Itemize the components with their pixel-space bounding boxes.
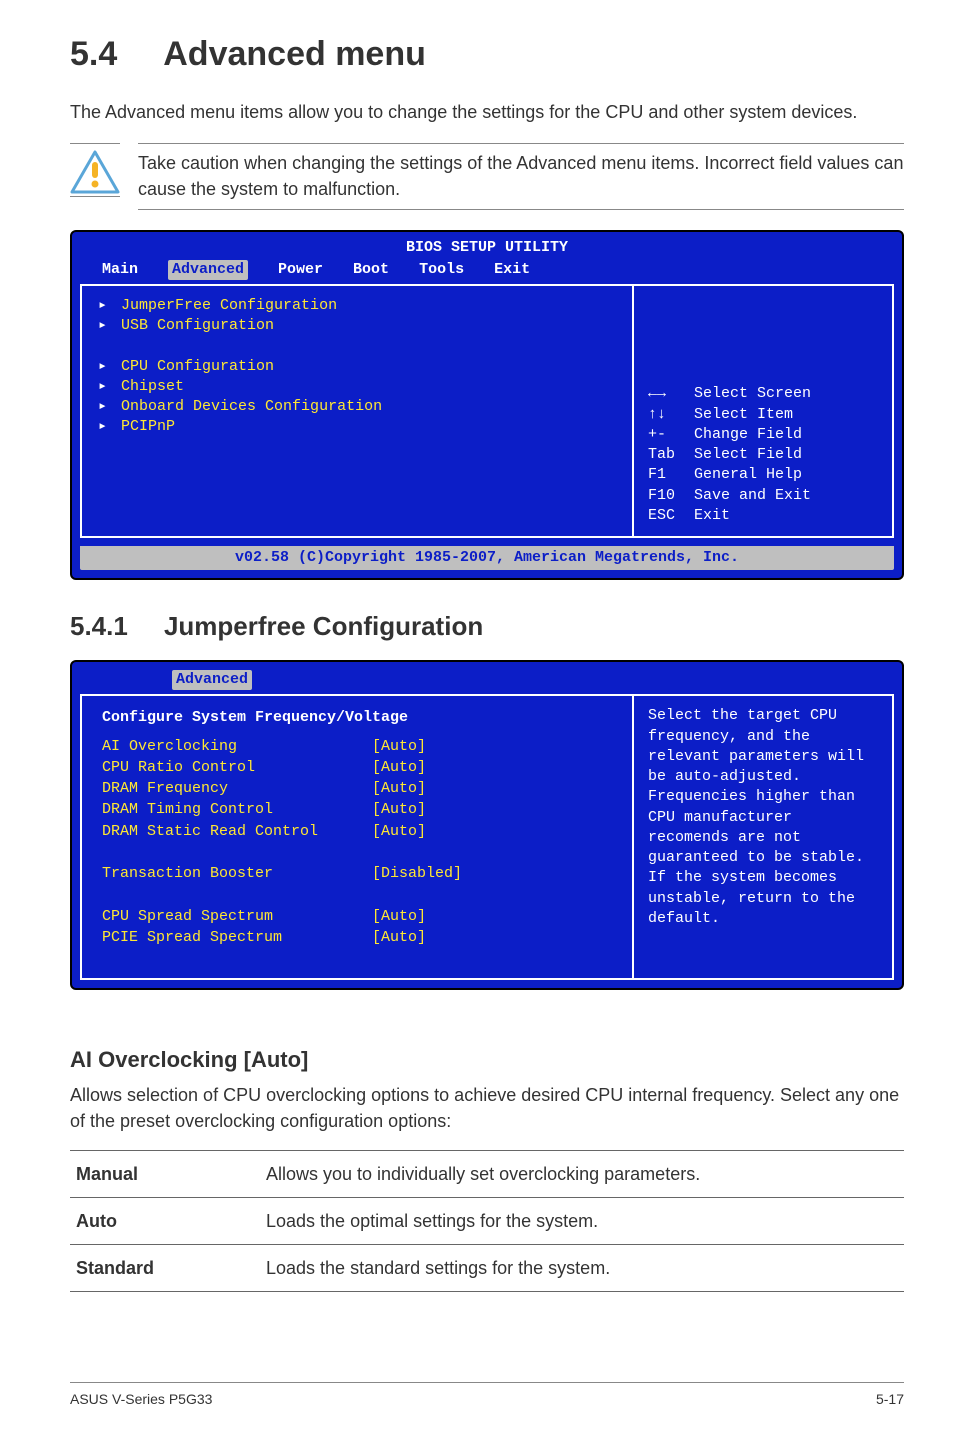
help-row: TabSelect Field [648,445,878,465]
bios2-left-pane: Configure System Frequency/Voltage AI Ov… [82,696,632,978]
help-row: ←→Select Screen [648,384,878,404]
caution-icon [70,143,120,197]
bios-main-window: BIOS SETUP UTILITY Main Advanced Power B… [70,230,904,581]
section-name: Advanced menu [163,35,426,73]
tab-boot[interactable]: Boot [353,260,389,280]
tab-exit[interactable]: Exit [494,260,530,280]
tab-advanced[interactable]: Advanced [168,260,248,280]
bios-title: BIOS SETUP UTILITY [72,238,902,258]
caution-text: Take caution when changing the settings … [138,143,904,209]
table-row: AutoLoads the optimal settings for the s… [70,1198,904,1245]
config-value[interactable]: [Auto] [372,800,616,820]
config-value[interactable]: [Auto] [372,758,616,778]
triangle-icon: ▸ [98,296,107,316]
config-label [102,843,372,863]
subsection-name: Jumperfree Configuration [164,611,483,641]
option-name: Manual [70,1151,260,1198]
config-label[interactable]: PCIE Spread Spectrum [102,928,372,948]
help-row: F10Save and Exit [648,486,878,506]
tab-tools[interactable]: Tools [419,260,464,280]
subsection-number: 5.4.1 [70,611,128,641]
tab-main[interactable]: Main [102,260,138,280]
page-footer: ASUS V-Series P5G33 5-17 [70,1382,904,1409]
config-value[interactable]: [Auto] [372,779,616,799]
table-row: ManualAllows you to individually set ove… [70,1151,904,1198]
section-number: 5.4 [70,35,117,73]
bios-left-pane: ▸JumperFree Configuration ▸USB Configura… [82,286,632,536]
config-label[interactable]: CPU Spread Spectrum [102,907,372,927]
subsection-title: 5.4.1 Jumperfree Configuration [70,608,904,646]
option-desc: Allows you to individually set overclock… [260,1151,904,1198]
bios2-menu-row: Advanced [72,668,902,694]
config-value[interactable]: [Auto] [372,737,616,757]
tab-advanced-2[interactable]: Advanced [172,670,252,690]
menu-item-onboard[interactable]: ▸Onboard Devices Configuration [98,397,616,417]
option-name: Auto [70,1198,260,1245]
table-row: StandardLoads the standard settings for … [70,1245,904,1292]
menu-item-usb[interactable]: ▸USB Configuration [98,316,616,336]
menu-item-jumperfree[interactable]: ▸JumperFree Configuration [98,296,616,316]
section-title: 5.4 Advanced menu [70,30,904,79]
config-label[interactable]: Transaction Booster [102,864,372,884]
option-desc: Loads the standard settings for the syst… [260,1245,904,1292]
help-description: Select the target CPU frequency, and the… [648,706,878,929]
bios-footer: v02.58 (C)Copyright 1985-2007, American … [80,546,894,570]
config-label[interactable]: DRAM Frequency [102,779,372,799]
tab-power[interactable]: Power [278,260,323,280]
config-label[interactable]: DRAM Static Read Control [102,822,372,842]
bios-help-pane: ←→Select Screen ↑↓Select Item +-Change F… [632,286,892,536]
help-row: ESCExit [648,506,878,526]
config-heading: Configure System Frequency/Voltage [102,708,616,728]
option-desc: Loads the optimal settings for the syste… [260,1198,904,1245]
triangle-icon: ▸ [98,316,107,336]
options-table: ManualAllows you to individually set ove… [70,1150,904,1292]
help-row: F1General Help [648,465,878,485]
config-label [102,885,372,905]
config-value[interactable]: [Auto] [372,928,616,948]
bios-detail-window: Advanced Configure System Frequency/Volt… [70,660,904,990]
config-value [372,885,616,905]
help-row: +-Change Field [648,425,878,445]
triangle-icon: ▸ [98,397,107,417]
menu-item-pcipnp[interactable]: ▸PCIPnP [98,417,616,437]
caution-block: Take caution when changing the settings … [70,143,904,209]
section-intro: The Advanced menu items allow you to cha… [70,99,904,125]
config-label[interactable]: CPU Ratio Control [102,758,372,778]
ai-overclocking-text: Allows selection of CPU overclocking opt… [70,1082,904,1134]
footer-left: ASUS V-Series P5G33 [70,1389,212,1409]
config-label[interactable]: AI Overclocking [102,737,372,757]
menu-item-cpu[interactable]: ▸CPU Configuration [98,357,616,377]
footer-right: 5-17 [876,1389,904,1409]
option-name: Standard [70,1245,260,1292]
triangle-icon: ▸ [98,377,107,397]
config-value[interactable]: [Disabled] [372,864,616,884]
triangle-icon: ▸ [98,417,107,437]
bios-menu-row: Main Advanced Power Boot Tools Exit [72,258,902,284]
config-value[interactable]: [Auto] [372,822,616,842]
ai-overclocking-heading: AI Overclocking [Auto] [70,1044,904,1076]
config-label[interactable]: DRAM Timing Control [102,800,372,820]
config-value[interactable]: [Auto] [372,907,616,927]
menu-item-chipset[interactable]: ▸Chipset [98,377,616,397]
config-value [372,843,616,863]
help-row: ↑↓Select Item [648,405,878,425]
triangle-icon: ▸ [98,357,107,377]
bios2-help-pane: Select the target CPU frequency, and the… [632,696,892,978]
